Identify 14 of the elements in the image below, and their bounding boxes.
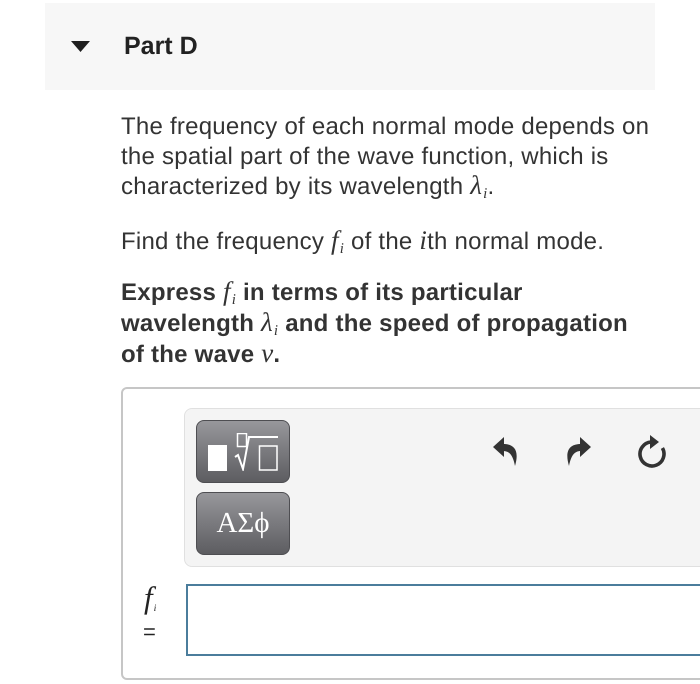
answer-label: f$_{i}$ =	[143, 584, 158, 642]
question-text: Find the frequency f$_{i}$ of the ith normal mode.	[121, 227, 606, 257]
part-header[interactable]: Part D	[45, 3, 655, 90]
templates-button[interactable]	[196, 420, 290, 483]
undo-icon[interactable]	[493, 436, 519, 467]
answer-input-field[interactable]	[186, 584, 700, 656]
reset-icon[interactable]	[637, 434, 668, 468]
instruction-text: Express f$_{i}$ in terms of its particular wavelength λ$_{i}$ and the speed of propagation of the wave v.	[121, 277, 629, 370]
root-template-icon	[208, 432, 278, 470]
redo-icon[interactable]	[565, 436, 591, 467]
part-title: Part D	[124, 30, 198, 62]
caret-icon[interactable]	[71, 41, 90, 52]
question-text: The frequency of each normal mode depends on the spatial part of the wave function, which is characterized by its wavelength λ$_{i}$.	[121, 112, 650, 202]
greek-symbols-button[interactable]: ΑΣϕ	[196, 492, 290, 555]
